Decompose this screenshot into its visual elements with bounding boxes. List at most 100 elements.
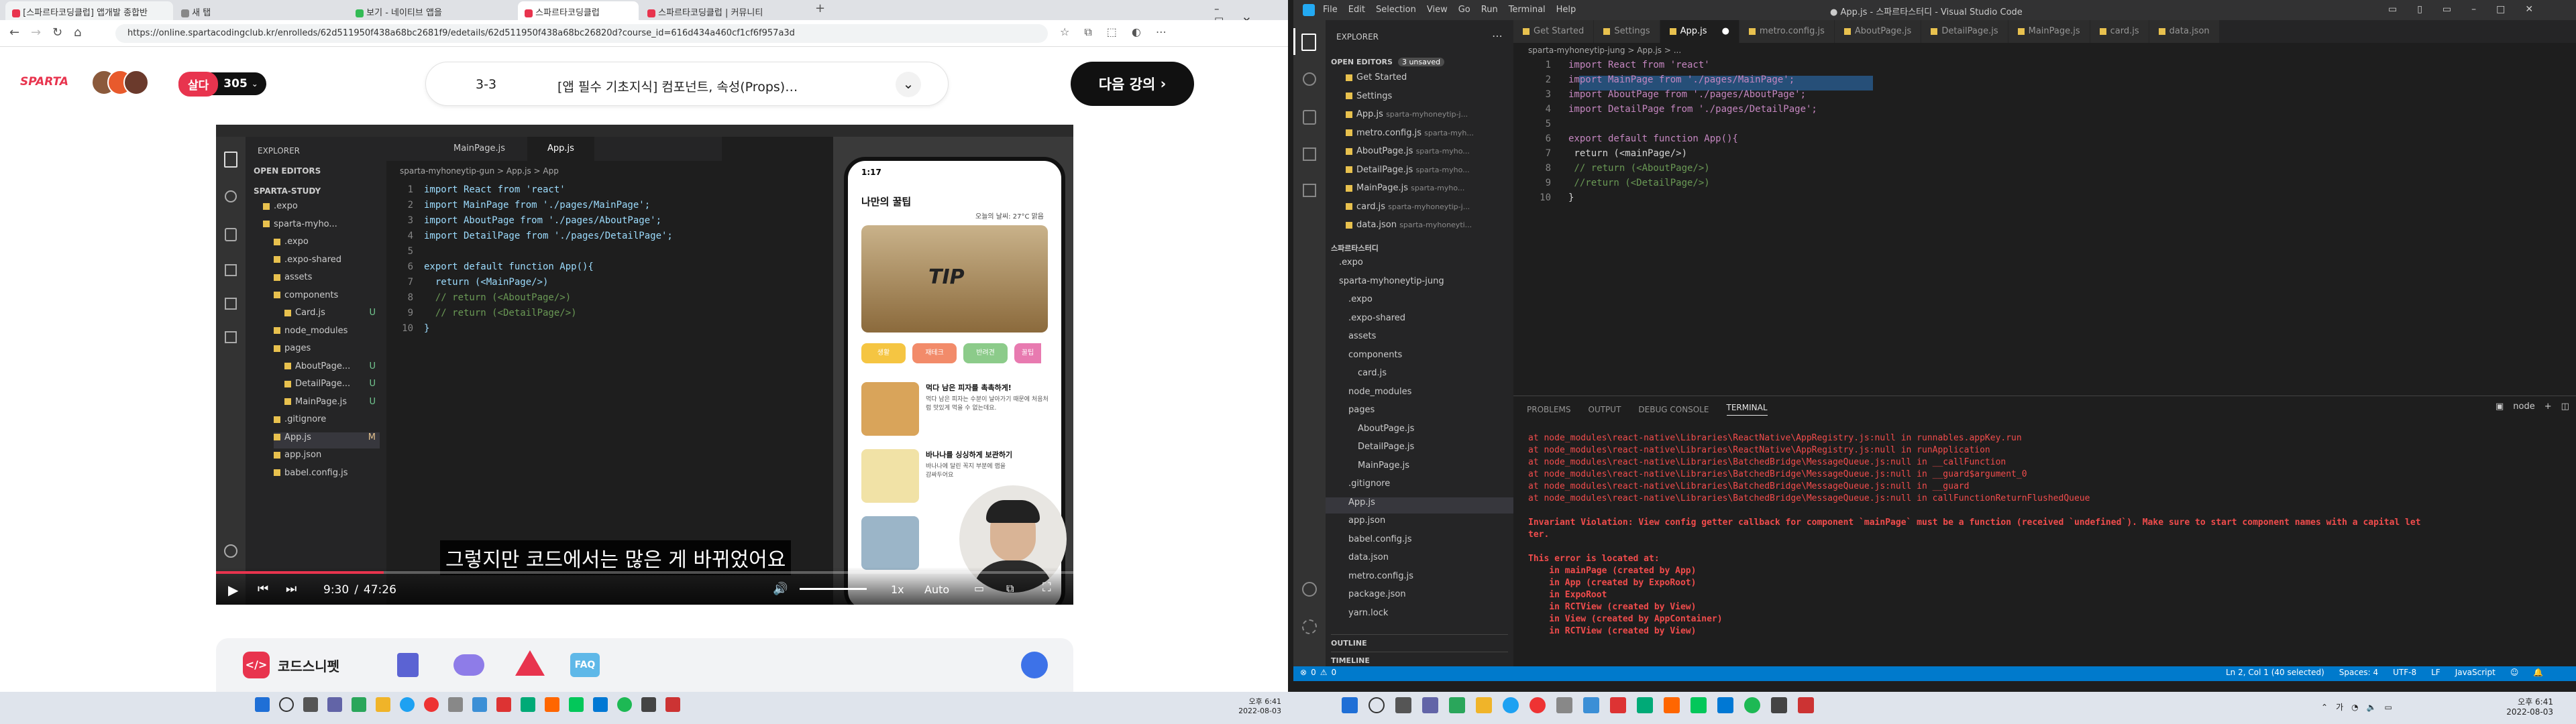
project-title[interactable]: 스파르타스터디 xyxy=(1331,243,1379,253)
fullscreen-icon[interactable]: ⛶ xyxy=(1042,581,1051,595)
editor-tab[interactable]: data.json xyxy=(2149,20,2220,43)
menu-item-help[interactable]: Help xyxy=(1556,5,1576,15)
app-icon[interactable] xyxy=(448,697,463,712)
next-icon[interactable]: ⏭ xyxy=(286,582,297,596)
menu-item-file[interactable]: File xyxy=(1323,5,1338,15)
taskbar-clock-right[interactable]: 오후 6:41 2022-08-03 xyxy=(2496,696,2553,717)
note-icon[interactable] xyxy=(397,653,419,677)
naver-icon[interactable] xyxy=(1690,697,1707,713)
menu-item-selection[interactable]: Selection xyxy=(1376,5,1416,15)
next-lecture-button[interactable]: 다음 강의 › xyxy=(1071,62,1194,106)
task-view-icon[interactable] xyxy=(1395,697,1411,713)
volume-icon[interactable]: 🔈 xyxy=(2367,703,2377,712)
app-icon[interactable] xyxy=(641,697,656,712)
app-icon[interactable] xyxy=(472,697,487,712)
browser-extension-icons[interactable]: ☆⧉⬚◐⋯ xyxy=(1060,25,1181,39)
live-badge[interactable]: 살다 305 ⌄ xyxy=(178,71,266,97)
chrome-icon[interactable] xyxy=(1529,697,1546,713)
outline-section[interactable]: OUTLINE xyxy=(1331,634,1508,648)
previous-icon[interactable]: ⏮ xyxy=(258,582,268,596)
volume-icon[interactable]: 🔊 xyxy=(773,582,788,596)
chevron-down-icon[interactable]: ⌄ xyxy=(896,72,921,97)
chat-icon[interactable] xyxy=(327,697,342,712)
app-icon[interactable] xyxy=(1637,697,1653,713)
file-tree-item[interactable]: MainPage.js xyxy=(1326,461,1513,477)
open-editor-item[interactable]: Get Started xyxy=(1326,72,1513,88)
vscode-icon[interactable] xyxy=(1717,697,1733,713)
naver-icon[interactable] xyxy=(569,697,584,712)
file-tree-item[interactable]: pages xyxy=(1326,405,1513,421)
panel-tab-output[interactable]: OUTPUT xyxy=(1589,405,1621,414)
browser-tab-4[interactable]: 스파르타코딩클럽 xyxy=(518,1,639,20)
file-tree-item[interactable]: node_modules xyxy=(1326,387,1513,403)
folder-icon[interactable] xyxy=(1476,697,1492,713)
unsaved-dot-icon[interactable]: ● xyxy=(1722,26,1729,36)
panel-tab-problems[interactable]: PROBLEMS xyxy=(1527,405,1571,414)
app-icon[interactable] xyxy=(1664,697,1680,713)
pip-icon[interactable]: ⧉ xyxy=(1006,582,1014,595)
lesson-selector[interactable]: 3-3 [앱 필수 기초지식] 컴포넌트, 속성(Props)… ⌄ xyxy=(425,62,949,106)
chat-icon[interactable] xyxy=(1422,697,1438,713)
folder-icon[interactable] xyxy=(376,697,390,712)
wifi-icon[interactable]: ◔ xyxy=(2351,703,2358,712)
editor-tab[interactable]: App.js ● xyxy=(1660,20,1739,43)
indentation[interactable]: Spaces: 4 xyxy=(2339,668,2378,677)
faq-button[interactable]: FAQ xyxy=(570,653,600,677)
edge-icon[interactable] xyxy=(400,697,415,712)
speed-button[interactable]: 1x xyxy=(891,583,904,596)
chat-icon[interactable] xyxy=(453,654,484,676)
spotify-icon[interactable] xyxy=(1744,697,1760,713)
app-icon[interactable] xyxy=(1798,697,1814,713)
open-editor-item[interactable]: DetailPage.js sparta-myho... xyxy=(1326,165,1513,181)
address-bar[interactable]: https://online.spartacodingclub.kr/enrol… xyxy=(115,24,1048,43)
terminal-output[interactable]: at node_modules\react-native\Libraries\R… xyxy=(1528,432,2575,638)
terminal-kind[interactable]: node xyxy=(2513,402,2534,412)
extensions-icon[interactable] xyxy=(1303,184,1316,197)
feedback-icon[interactable]: ☺ xyxy=(2510,668,2519,677)
file-tree-item[interactable]: AboutPage.js xyxy=(1326,424,1513,440)
back-icon[interactable]: ← xyxy=(9,25,19,40)
problems-status[interactable]: ⊗ 0 ⚠ 0 xyxy=(1300,668,1336,677)
panel-tab-debug-console[interactable]: DEBUG CONSOLE xyxy=(1638,405,1709,414)
open-editor-item[interactable]: App.js sparta-myhoneytip-j... xyxy=(1326,109,1513,125)
search-icon[interactable] xyxy=(279,697,294,712)
cursor-position[interactable]: Ln 2, Col 1 (40 selected) xyxy=(2226,668,2324,677)
more-actions-icon[interactable]: ⋯ xyxy=(1492,29,1503,42)
menu-item-view[interactable]: View xyxy=(1427,5,1448,15)
file-tree-item[interactable]: metro.config.js xyxy=(1326,571,1513,587)
menu-item-edit[interactable]: Edit xyxy=(1348,5,1365,15)
add-terminal-icon[interactable]: + xyxy=(2544,402,2552,412)
menu-item-go[interactable]: Go xyxy=(1458,5,1470,15)
chevron-up-icon[interactable]: ⌃ xyxy=(2321,703,2328,712)
settings-gear-icon[interactable] xyxy=(1302,619,1317,634)
video-player[interactable]: EXPLORER OPEN EDITORS SPARTA-STUDY .expo… xyxy=(216,125,1073,605)
file-tree-item[interactable]: yarn.lock xyxy=(1326,608,1513,624)
file-tree-item[interactable]: .expo xyxy=(1326,294,1513,310)
chrome-icon[interactable] xyxy=(424,697,439,712)
edge-icon[interactable] xyxy=(1503,697,1519,713)
menu-item-terminal[interactable]: Terminal xyxy=(1509,5,1546,15)
vscode-icon[interactable] xyxy=(593,697,608,712)
file-tree-item[interactable]: babel.config.js xyxy=(1326,534,1513,550)
open-editor-item[interactable]: Settings xyxy=(1326,91,1513,107)
app-icon[interactable] xyxy=(1583,697,1599,713)
run-debug-icon[interactable] xyxy=(1303,147,1316,161)
captions-icon[interactable]: ▭ xyxy=(974,582,984,595)
app-icon[interactable] xyxy=(1556,697,1572,713)
taskbar-clock-left[interactable]: 오후 6:41 2022-08-03 xyxy=(1228,696,1281,715)
settings-gear-icon[interactable] xyxy=(1021,652,1048,678)
youtube-icon[interactable] xyxy=(1610,697,1626,713)
volume-slider[interactable] xyxy=(800,588,867,590)
timeline-section[interactable]: TIMELINE xyxy=(1331,652,1508,665)
task-view-icon[interactable] xyxy=(303,697,318,712)
notifications-icon[interactable]: 🔔 xyxy=(2533,668,2543,677)
app-icon[interactable] xyxy=(521,697,535,712)
start-icon[interactable] xyxy=(1342,697,1358,713)
start-icon[interactable] xyxy=(255,697,270,712)
browser-tab-1[interactable]: [스파르타코딩클럽] 앱개발 종합반 xyxy=(5,1,173,20)
youtube-icon[interactable] xyxy=(496,697,511,712)
file-tree-item[interactable]: assets xyxy=(1326,331,1513,347)
browser-tab-5[interactable]: 스파르타코딩클럽 | 커뮤니티 xyxy=(641,1,808,20)
browser-tab-3[interactable]: 보기 - 네이티브 앱을 xyxy=(349,1,517,20)
video-progress-track[interactable] xyxy=(216,571,1073,574)
